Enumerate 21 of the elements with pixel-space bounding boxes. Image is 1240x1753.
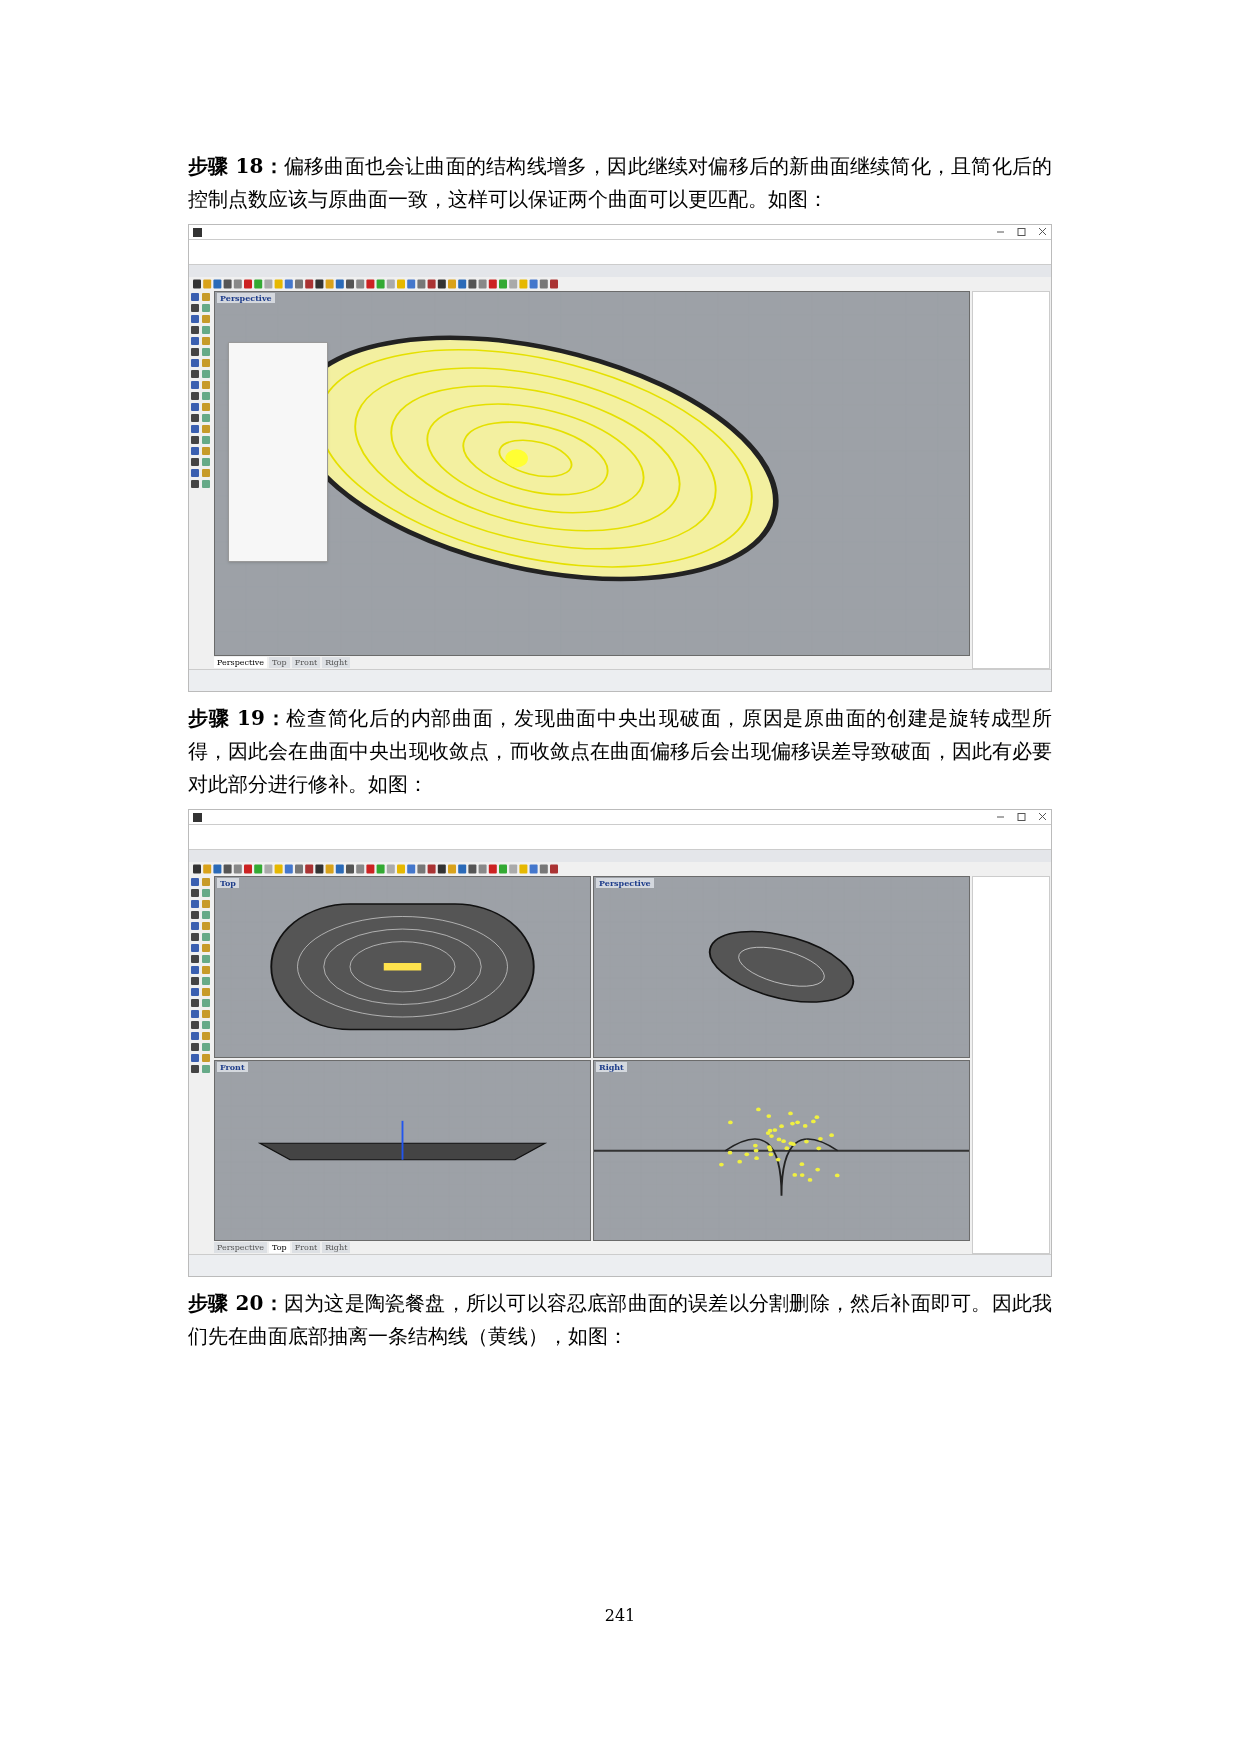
viewport-tab[interactable]: Top: [269, 1242, 290, 1253]
body-paragraph: 步骤 20：因为这是陶瓷餐盘，所以可以容忍底部曲面的误差以分割删除，然后补面即可。因此我们先在曲面底部抽离一条结构线（黄线），如图：: [188, 1290, 1052, 1350]
viewport-tab[interactable]: Front: [291, 1242, 321, 1253]
body-paragraph: 步骤 19：检查简化后的内部曲面，发现曲面中央出现破面，原因是原曲面的创建是旋转成型所得，因此会在曲面中央出现收敛点，而收敛点在曲面偏移后会出现偏移误差导致破面，因此有必要对此部分进行修补。如图：: [188, 705, 1052, 798]
window-controls-icon: [997, 813, 1047, 821]
window-controls-icon: [997, 228, 1047, 236]
viewport-label[interactable]: Perspective: [596, 878, 654, 888]
viewport-label[interactable]: Front: [217, 1061, 248, 1072]
viewport-label[interactable]: Perspective: [217, 293, 275, 303]
viewport-label[interactable]: Top: [217, 878, 239, 888]
viewport-tab[interactable]: Perspective: [214, 1242, 268, 1253]
viewport-label[interactable]: Right: [596, 1061, 627, 1072]
body-paragraph: 步骤 18：偏移曲面也会让曲面的结构线增多，因此继续对偏移后的新曲面继续简化，且简化后的控制点数应该与原曲面一致，这样可以保证两个曲面可以更匹配。如图：: [188, 153, 1052, 213]
viewport-tab[interactable]: Top: [269, 657, 290, 668]
viewport-tab[interactable]: Right: [322, 1242, 351, 1253]
viewport-tab[interactable]: Perspective: [214, 657, 268, 668]
viewport-tab[interactable]: Front: [291, 657, 321, 668]
page-number: 241: [604, 1605, 636, 1627]
viewport-tab[interactable]: Right: [322, 657, 351, 668]
app-logo-icon: [193, 812, 202, 822]
app-logo-icon: [193, 227, 202, 237]
